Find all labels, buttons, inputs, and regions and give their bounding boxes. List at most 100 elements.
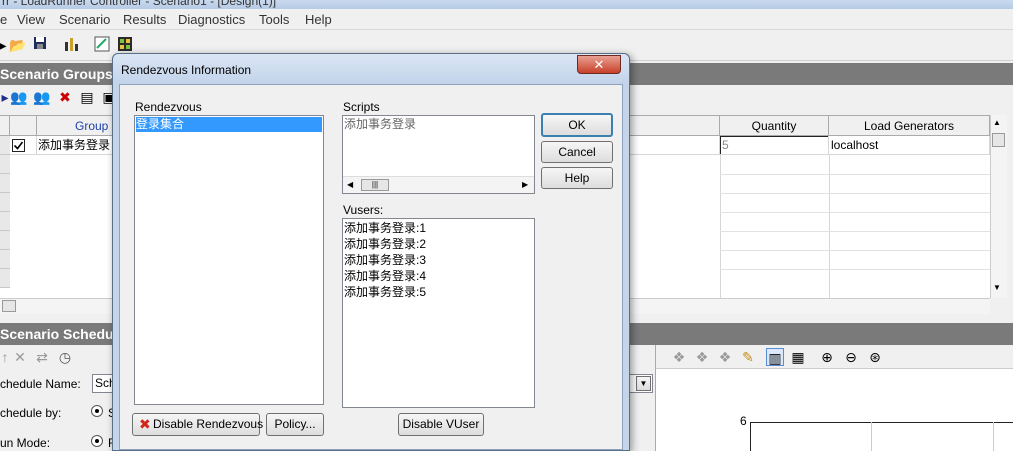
grid-line xyxy=(720,250,990,251)
close-icon[interactable]: ✕ xyxy=(577,55,621,74)
row-header[interactable] xyxy=(0,136,10,155)
dialog-body: Rendezvous 登录集合 Scripts 添加事务登录 ◀ ||| ▶ V… xyxy=(119,84,623,450)
scripts-list[interactable]: 添加事务登录 ◀ ||| ▶ xyxy=(342,115,535,194)
scroll-thumb[interactable]: ||| xyxy=(361,179,389,191)
list-item[interactable]: 添加事务登录 xyxy=(344,117,416,132)
rendezvous-dialog: Rendezvous Information ✕ Rendezvous 登录集合… xyxy=(112,53,630,451)
graph-top-line xyxy=(750,422,1013,423)
load-generators-header[interactable]: Load Generators xyxy=(829,116,990,136)
list-item[interactable]: 登录集合 xyxy=(136,117,322,132)
scroll-left-icon[interactable]: ◀ xyxy=(347,180,353,189)
app-title: rr - LoadRunner Controller - Scenario1 -… xyxy=(2,0,277,8)
rename-schedule-icon[interactable]: ⇄ xyxy=(33,348,51,366)
ok-button[interactable]: OK xyxy=(541,113,613,137)
grid-divider xyxy=(829,155,830,299)
policy-button[interactable]: Policy... xyxy=(266,413,324,436)
run-mode-radio[interactable] xyxy=(91,435,103,447)
grid-line xyxy=(720,212,990,213)
list-item[interactable]: 添加事务登录:3 xyxy=(344,253,426,268)
menu-help[interactable]: Help xyxy=(305,12,332,27)
app-title-bar: rr - LoadRunner Controller - Scenario1 -… xyxy=(0,0,1013,9)
load-generator-cell[interactable]: localhost xyxy=(829,136,990,155)
schedule-name-label: chedule Name: xyxy=(0,377,81,391)
scroll-down-icon[interactable]: ▼ xyxy=(993,283,1001,292)
disable-vuser-button[interactable]: Disable VUser xyxy=(398,413,484,436)
scroll-thumb[interactable] xyxy=(992,133,1005,147)
open-folder-icon[interactable]: 📂 xyxy=(9,36,27,54)
menu-bar: e View Scenario Results Diagnostics Tool… xyxy=(0,9,1013,30)
menu-results[interactable]: Results xyxy=(123,12,166,27)
menu-diagnostics[interactable]: Diagnostics xyxy=(178,12,245,27)
delete-schedule-icon[interactable]: ✕ xyxy=(11,348,29,366)
grid-divider xyxy=(720,155,721,299)
row-header xyxy=(0,250,10,269)
graph-y-axis xyxy=(750,422,751,451)
graph-action-icon[interactable]: ❖ xyxy=(670,348,688,366)
grid-view-icon[interactable]: ▦ xyxy=(789,348,807,366)
grid-line xyxy=(720,231,990,232)
scripts-label: Scripts xyxy=(343,100,380,114)
grid-line xyxy=(720,174,990,175)
edit-script-icon[interactable] xyxy=(93,36,111,54)
run-mode-label: un Mode: xyxy=(0,436,51,450)
dialog-title: Rendezvous Information xyxy=(121,63,252,77)
grid-check-header xyxy=(10,116,37,136)
graph-toolbar: ❖ ❖ ❖ ✎ ▥ ▦ ⊕ ⊖ ⊛ xyxy=(656,345,1013,369)
grid-line xyxy=(720,269,990,270)
vusers-label: Vusers: xyxy=(343,203,384,217)
grid-line xyxy=(720,193,990,194)
details-icon[interactable]: ▤ xyxy=(78,88,96,106)
group-enable-checkbox[interactable] xyxy=(10,136,37,155)
graph-action-icon[interactable]: ❖ xyxy=(716,348,734,366)
disable-rendezvous-label: Disable Rendezvous xyxy=(153,417,264,431)
cancel-button[interactable]: Cancel xyxy=(541,141,613,163)
grid-corner xyxy=(0,116,10,136)
schedule-by-label: chedule by: xyxy=(0,406,62,420)
clock-icon[interactable]: ◷ xyxy=(56,348,74,366)
zoom-reset-icon[interactable]: ⊛ xyxy=(866,348,884,366)
remove-group-icon[interactable]: ✖ xyxy=(56,88,74,106)
save-icon[interactable] xyxy=(31,36,49,54)
schedule-dropdown-icon[interactable]: ▼ xyxy=(636,376,651,391)
zoom-in-icon[interactable]: ⊕ xyxy=(818,348,836,366)
scripts-hscrollbar[interactable]: ◀ ||| ▶ xyxy=(343,176,534,193)
hscroll-thumb[interactable] xyxy=(2,300,16,312)
quantity-cell[interactable]: 5 xyxy=(720,136,829,155)
help-button[interactable]: Help xyxy=(541,167,613,189)
rendezvous-list[interactable]: 登录集合 xyxy=(134,115,324,405)
add-vuser-icon[interactable]: 👥 xyxy=(10,88,28,106)
zoom-out-icon[interactable]: ⊖ xyxy=(842,348,860,366)
disable-rendezvous-button[interactable]: ✖ Disable Rendezvous xyxy=(132,413,264,436)
monitor-icon[interactable] xyxy=(116,36,134,54)
quantity-input[interactable]: 5 xyxy=(720,136,828,154)
list-item[interactable]: 添加事务登录:4 xyxy=(344,269,426,284)
menu-view[interactable]: View xyxy=(17,12,45,27)
list-item[interactable]: 添加事务登录:5 xyxy=(344,285,426,300)
menu-file[interactable]: e xyxy=(0,12,7,27)
menu-tools[interactable]: Tools xyxy=(259,12,289,27)
graph-view-icon[interactable]: ▥ xyxy=(766,348,784,366)
scroll-up-icon[interactable]: ▲ xyxy=(993,118,1001,127)
schedule-graph-panel: ❖ ❖ ❖ ✎ ▥ ▦ ⊕ ⊖ ⊛ 6 xyxy=(655,345,1013,451)
row-header xyxy=(0,193,10,212)
rendezvous-label: Rendezvous xyxy=(135,100,202,114)
graph-gridline xyxy=(993,422,994,451)
vusers-list[interactable]: 添加事务登录:1 添加事务登录:2 添加事务登录:3 添加事务登录:4 添加事务… xyxy=(342,218,535,408)
row-header xyxy=(0,231,10,250)
scenario-schedule-title: Scenario Schedu xyxy=(0,326,114,342)
vusers-icon[interactable]: 👥 xyxy=(33,88,51,106)
schedule-by-radio[interactable] xyxy=(91,405,103,417)
scenario-groups-title: Scenario Groups xyxy=(0,66,113,82)
list-item[interactable]: 添加事务登录:2 xyxy=(344,237,426,252)
dialog-title-bar[interactable]: Rendezvous Information xyxy=(113,54,629,84)
graph-gridline xyxy=(871,422,872,451)
pencil-icon[interactable]: ✎ xyxy=(739,348,757,366)
graph-action-icon[interactable]: ❖ xyxy=(693,348,711,366)
list-item[interactable]: 添加事务登录:1 xyxy=(344,221,426,236)
scroll-right-icon[interactable]: ▶ xyxy=(522,180,528,189)
grid-vertical-scrollbar[interactable]: ▲ ▼ xyxy=(990,115,1007,298)
bar-chart-icon[interactable] xyxy=(62,36,80,54)
disable-x-icon: ✖ xyxy=(139,416,151,432)
quantity-header[interactable]: Quantity xyxy=(720,116,829,136)
menu-scenario[interactable]: Scenario xyxy=(59,12,110,27)
